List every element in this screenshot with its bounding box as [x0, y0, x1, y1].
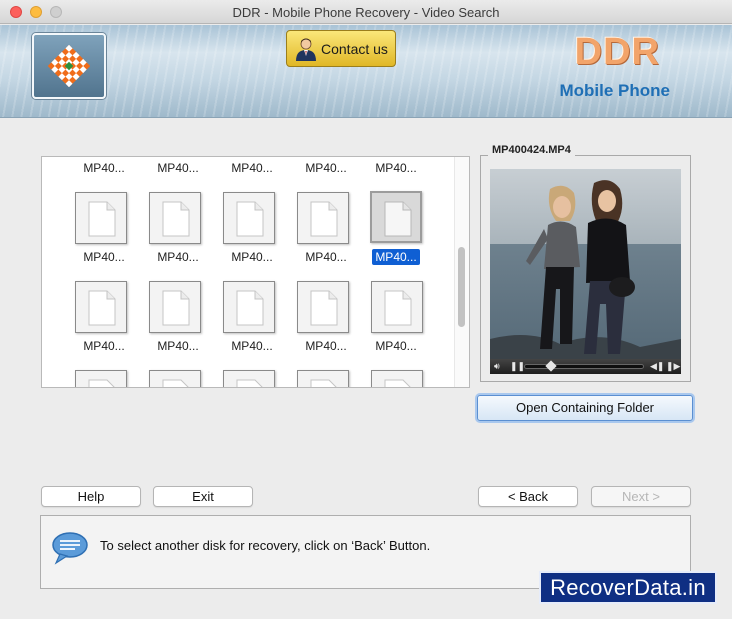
blank-file-icon	[88, 290, 116, 326]
thumbnail-label[interactable]: MP40...	[217, 250, 287, 264]
thumbnail-label[interactable]: MP40...	[143, 161, 213, 175]
video-file-thumbnail-selected[interactable]	[370, 191, 422, 243]
status-message: To select another disk for recovery, cli…	[100, 538, 431, 553]
window-title: DDR - Mobile Phone Recovery - Video Sear…	[232, 5, 500, 20]
thumbnail-label[interactable]: MP40...	[143, 250, 213, 264]
speech-bubble-icon	[52, 532, 88, 565]
thumbnail-label[interactable]: MP40...	[291, 250, 361, 264]
blank-file-icon	[236, 290, 264, 326]
video-file-thumbnail[interactable]	[149, 192, 201, 244]
open-containing-folder-button[interactable]: Open Containing Folder	[477, 395, 693, 421]
brand-subtitle: Mobile Phone	[559, 81, 671, 100]
video-file-thumbnail[interactable]	[75, 281, 127, 333]
blank-file-icon	[88, 379, 115, 387]
blank-file-icon	[162, 290, 190, 326]
blank-file-icon	[88, 201, 116, 237]
blank-file-icon	[310, 379, 337, 387]
header-banner: Contact us DDR Mobile Phone	[0, 25, 732, 118]
blank-file-icon	[384, 290, 412, 326]
video-preview[interactable]	[490, 169, 681, 359]
blank-file-icon	[162, 201, 190, 237]
video-file-thumbnail[interactable]	[223, 192, 275, 244]
contact-us-label: Contact us	[321, 40, 388, 57]
video-file-thumbnail[interactable]	[371, 281, 423, 333]
contact-us-button[interactable]: Contact us	[286, 30, 396, 67]
blank-file-icon	[162, 379, 189, 387]
blank-file-icon	[310, 290, 338, 326]
watermark-badge: RecoverData.in	[539, 571, 717, 604]
app-logo	[32, 33, 106, 99]
thumbnail-label[interactable]: MP40...	[217, 339, 287, 353]
thumbnail-label[interactable]: MP40...	[69, 161, 139, 175]
video-file-thumbnail[interactable]	[223, 370, 275, 387]
thumbnail-label[interactable]: MP40...	[361, 339, 431, 353]
thumbnail-label[interactable]: MP40...	[69, 250, 139, 264]
exit-button[interactable]: Exit	[153, 486, 253, 507]
vertical-scrollbar[interactable]	[454, 157, 469, 387]
pause-icon[interactable]: ❚❚	[510, 361, 525, 372]
video-file-thumbnail[interactable]	[297, 192, 349, 244]
help-button[interactable]: Help	[41, 486, 141, 507]
video-progress-knob[interactable]	[545, 360, 557, 372]
video-frame-image	[490, 169, 681, 359]
blank-file-icon	[236, 379, 263, 387]
forward-icon[interactable]: ❚▶	[666, 361, 680, 372]
video-file-thumbnail[interactable]	[75, 192, 127, 244]
video-file-thumbnail[interactable]	[297, 370, 349, 387]
rewind-icon[interactable]: ◀❚	[650, 361, 664, 372]
thumbnail-label[interactable]: MP40...	[143, 339, 213, 353]
thumbnail-label[interactable]: MP40...	[69, 339, 139, 353]
video-file-thumbnail[interactable]	[371, 370, 423, 387]
checker-logo-icon	[48, 45, 90, 87]
video-file-thumbnail[interactable]	[149, 281, 201, 333]
video-file-thumbnail[interactable]	[223, 281, 275, 333]
scrollbar-thumb[interactable]	[458, 247, 465, 327]
blank-file-icon	[310, 201, 338, 237]
blank-file-icon	[236, 201, 264, 237]
thumbnail-label[interactable]: MP40...	[361, 161, 431, 175]
preview-file-name: MP400424.MP4	[488, 144, 575, 156]
title-bar: DDR - Mobile Phone Recovery - Video Sear…	[0, 0, 732, 24]
selected-label-text: MP40...	[372, 249, 420, 265]
video-file-thumbnail[interactable]	[75, 370, 127, 387]
video-controls-bar: 🔊︎ ❚❚ ◀❚ ❚▶	[490, 359, 681, 374]
thumbnail-label[interactable]: MP40...	[217, 161, 287, 175]
blank-file-icon	[384, 201, 412, 237]
volume-icon[interactable]: 🔊︎	[494, 361, 500, 372]
video-file-thumbnail[interactable]	[297, 281, 349, 333]
thumbnail-panel[interactable]: MP40... MP40... MP40... MP40... MP40... …	[41, 156, 470, 388]
thumbnail-label-selected[interactable]: MP40...	[361, 249, 431, 265]
thumbnail-label[interactable]: MP40...	[291, 161, 361, 175]
brand-name: DDR	[574, 31, 660, 73]
blank-file-icon	[384, 379, 411, 387]
video-progress-slider[interactable]	[524, 360, 644, 372]
thumbnail-label[interactable]: MP40...	[291, 339, 361, 353]
back-button[interactable]: < Back	[478, 486, 578, 507]
support-person-icon	[296, 38, 316, 61]
video-file-thumbnail[interactable]	[149, 370, 201, 387]
next-button: Next >	[591, 486, 691, 507]
